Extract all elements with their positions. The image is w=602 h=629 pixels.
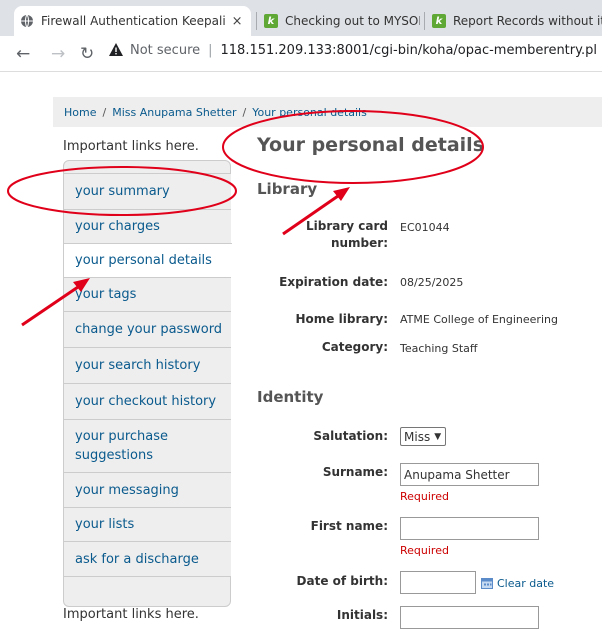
tab-separator [256, 12, 257, 30]
tab-title: Checking out to MYSORE, ATM [285, 14, 420, 28]
sidebar-nav: your summary your charges your personal … [63, 160, 232, 607]
salutation-selected: Miss [404, 429, 431, 444]
category-label: Category: [321, 340, 388, 354]
nav-your-summary[interactable]: your summary [64, 173, 231, 209]
salutation-select[interactable]: Miss ▼ [400, 427, 446, 446]
first-name-required: Required [400, 544, 449, 557]
library-card-value: EC01044 [400, 221, 450, 234]
library-section-heading: Library [257, 180, 318, 198]
nav-your-checkout-history[interactable]: your checkout history [64, 383, 231, 419]
nav-your-personal-details[interactable]: your personal details [64, 243, 232, 277]
koha-icon: k [264, 14, 278, 28]
first-name-label: First name: [310, 519, 388, 533]
nav-your-messaging[interactable]: your messaging [64, 472, 231, 507]
nav-your-charges[interactable]: your charges [64, 209, 231, 243]
first-name-input[interactable] [400, 517, 539, 540]
identity-section-heading: Identity [257, 388, 324, 406]
sidebar-footer-heading: Important links here. [63, 607, 199, 622]
nav-your-tags[interactable]: your tags [64, 277, 231, 311]
breadcrumb-user[interactable]: Miss Anupama Shetter [112, 106, 236, 119]
url-divider: | [208, 42, 213, 58]
initials-label: Initials: [336, 608, 388, 622]
home-library-label: Home library: [295, 312, 388, 326]
tab-title: Firewall Authentication Keepali [41, 14, 226, 28]
surname-required: Required [400, 490, 449, 503]
breadcrumb-current[interactable]: Your personal details [252, 106, 367, 119]
tab-checkout[interactable]: k Checking out to MYSORE, ATM × [258, 6, 420, 36]
sidebar-heading: Important links here. [63, 139, 199, 154]
breadcrumb-separator: / [102, 106, 107, 119]
expiration-date-label: Expiration date: [279, 275, 388, 289]
tab-title: Report Records without items [453, 14, 602, 28]
surname-label: Surname: [322, 465, 388, 479]
reload-icon[interactable]: ↻ [80, 44, 94, 64]
not-secure-label: Not secure [130, 42, 201, 58]
warning-icon [109, 43, 123, 56]
nav-your-purchase-suggestions[interactable]: your purchase suggestions [64, 419, 231, 472]
browser-toolbar: ← → ↻ Not secure | 118.151.209.133:8001/… [0, 36, 602, 72]
breadcrumb-separator: / [242, 106, 247, 119]
calendar-icon[interactable] [481, 577, 493, 589]
home-library-value: ATME College of Engineering [400, 313, 558, 326]
forward-arrow-icon[interactable]: → [51, 44, 65, 64]
expiration-date-value: 08/25/2025 [400, 276, 464, 289]
page-title: Your personal details [257, 134, 484, 156]
library-card-label: Library card number: [300, 219, 388, 250]
globe-icon [20, 14, 34, 28]
nav-change-your-password[interactable]: change your password [64, 311, 231, 347]
date-of-birth-input[interactable] [400, 571, 476, 594]
salutation-label: Salutation: [313, 429, 388, 443]
library-card-label-line1: Library card [305, 219, 388, 233]
category-value: Teaching Staff [400, 342, 478, 355]
nav-your-search-history[interactable]: your search history [64, 347, 231, 383]
breadcrumb-home[interactable]: Home [64, 106, 96, 119]
surname-input[interactable]: Anupama Shetter [400, 463, 539, 486]
close-icon[interactable]: × [232, 14, 243, 29]
url-text[interactable]: 118.151.209.133:8001/cgi-bin/koha/opac-m… [221, 43, 597, 58]
initials-input[interactable] [400, 606, 539, 629]
clear-date-link[interactable]: Clear date [497, 577, 554, 590]
koha-icon: k [432, 14, 446, 28]
tab-separator [424, 12, 425, 30]
back-arrow-icon[interactable]: ← [16, 44, 30, 64]
browser-tab-bar: Firewall Authentication Keepali × k Chec… [0, 0, 602, 36]
nav-ask-for-a-discharge[interactable]: ask for a discharge [64, 541, 231, 577]
nav-your-lists[interactable]: your lists [64, 507, 231, 541]
chevron-down-icon: ▼ [434, 431, 442, 442]
address-bar[interactable]: Not secure | 118.151.209.133:8001/cgi-bi… [108, 42, 597, 58]
library-card-label-line2: number: [330, 236, 388, 250]
tab-firewall[interactable]: Firewall Authentication Keepali × [14, 6, 251, 36]
date-of-birth-label: Date of birth: [296, 574, 388, 588]
breadcrumb: Home / Miss Anupama Shetter / Your personal … [53, 97, 602, 127]
tab-report[interactable]: k Report Records without items [426, 6, 602, 36]
